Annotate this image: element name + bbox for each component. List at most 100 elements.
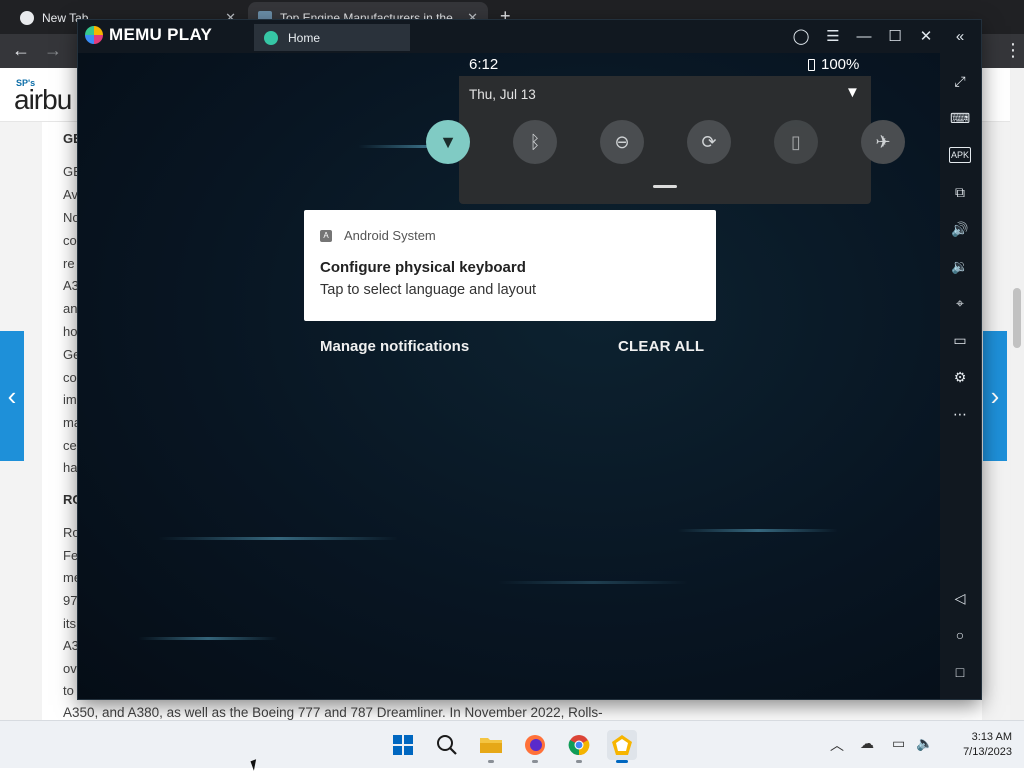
article-text-line: A350, and A380, as well as the Boeing 77… [63,705,603,720]
taskbar-clock[interactable]: 3:13 AM 7/13/2023 [944,730,1012,760]
network-icon[interactable]: ▭ [892,735,905,752]
taskbar-time: 3:13 AM [971,731,1012,743]
chrome-icon [20,11,34,25]
article-text: A3 [63,278,79,293]
bg-glow [138,637,278,640]
maximize-icon[interactable]: ☐ [884,25,906,47]
article-text: A3 [63,638,79,653]
battery-saver-toggle[interactable]: ▯ [774,120,818,164]
folder-icon[interactable]: ▭ [949,329,971,351]
search-icon [437,735,457,755]
volume-down-icon[interactable]: 🔉 [949,255,971,277]
back-arrow-icon[interactable]: ← [12,40,30,61]
hamburger-menu-icon[interactable]: ☰ [822,25,844,47]
notification-app-name: Android System [344,228,436,243]
do-not-disturb-icon: ⊖ [614,131,630,152]
rotate-icon: ⟳ [701,131,717,152]
status-battery: 100% [808,56,859,73]
article-text: Fe [63,548,79,563]
carousel-next-button[interactable]: › [983,331,1007,461]
show-hidden-icons-chevron-icon[interactable]: ︿ [830,735,844,755]
apk-icon[interactable]: APK [949,147,971,163]
chrome-button[interactable] [564,730,594,763]
recents-icon[interactable]: □ [949,661,971,683]
battery-level: 100% [821,56,860,73]
file-explorer-button[interactable] [476,730,506,763]
memu-logo-text: MEMU PLAY [109,25,213,44]
notification-card[interactable]: A Android System Configure physical keyb… [304,210,716,321]
firefox-button[interactable] [520,730,550,763]
bluetooth-toggle[interactable]: ᛒ [513,120,557,164]
scrollbar-thumb[interactable] [1013,288,1021,348]
clear-all-button[interactable]: CLEAR ALL [618,338,704,355]
notification-app-header: A Android System [320,228,436,243]
battery-saver-icon: ▯ [791,131,801,152]
taskbar-date: 7/13/2023 [963,746,1012,758]
start-button[interactable] [388,730,418,760]
multi-instance-icon[interactable]: ⧉ [949,181,971,203]
article-text: to [63,683,74,698]
page-scrollbar[interactable] [1010,68,1024,720]
memu-logo-icon [85,26,103,44]
memu-home-tab[interactable]: Home [254,24,410,51]
chrome-icon [568,735,590,756]
search-button[interactable] [432,730,462,760]
qs-drag-handle[interactable] [653,185,677,188]
bluetooth-icon: ᛒ [529,131,541,152]
forward-arrow-icon[interactable]: → [44,40,62,61]
chevron-left-icon: ‹ [7,380,17,411]
site-logo[interactable]: airbu [14,84,72,116]
article-text: co [63,370,77,385]
close-icon[interactable]: ✕ [915,25,937,47]
bg-glow [678,529,838,532]
article-text: re [63,256,75,271]
running-indicator [488,760,494,763]
minimize-icon[interactable]: — [853,25,875,47]
carousel-prev-button[interactable]: ‹ [0,331,24,461]
home-app-icon [264,30,278,45]
more-icon[interactable]: ⋯ [949,403,971,425]
running-indicator [576,760,582,763]
status-clock: 6:12 [469,56,499,73]
airplane-toggle[interactable]: ✈ [861,120,905,164]
collapse-sidebar-icon[interactable]: « [949,25,971,47]
dnd-toggle[interactable]: ⊖ [600,120,644,164]
article-text: ho [63,324,78,339]
article-text: Av [63,187,78,202]
article-text: ce [63,438,77,453]
chevron-right-icon: › [990,380,1000,411]
volume-up-icon[interactable]: 🔊 [949,218,971,240]
airplane-icon: ✈ [875,131,891,152]
memu-tab-label: Home [288,30,321,45]
bg-glow [158,537,398,540]
cloud-offline-icon[interactable]: ☁ [860,735,874,752]
wifi-icon: ▼ [439,131,457,152]
windows-taskbar: ︿ ☁ ▭ 🔈 3:13 AM 7/13/2023 [0,720,1024,768]
wifi-signal-icon: ▼ [845,84,860,101]
back-icon[interactable]: ◁ [949,587,971,609]
article-text: its [63,616,76,631]
manage-notifications-button[interactable]: Manage notifications [320,338,469,355]
windows-logo-icon [393,735,413,755]
fullscreen-icon[interactable]: ⤢ [949,70,971,92]
memu-logo: MEMU PLAY [85,25,212,45]
notification-body: Tap to select language and layout [320,282,537,298]
menu-kebab-icon[interactable]: ⋮ [1004,40,1022,61]
wifi-toggle[interactable]: ▼ [426,120,470,164]
memu-toolbar: ⤢ ⌨ APK ⧉ 🔊 🔉 ⌖ ▭ ⚙ ⋯ ◁ ○ □ [940,53,981,699]
active-indicator [616,760,628,763]
article-text: ha [63,460,78,475]
article-text: ov [63,661,77,676]
firefox-icon [525,735,545,755]
memu-icon [612,735,632,755]
account-icon[interactable]: ◯ [790,25,812,47]
qs-date: Thu, Jul 13 [469,87,536,102]
auto-rotate-toggle[interactable]: ⟳ [687,120,731,164]
volume-icon[interactable]: 🔈 [916,735,933,752]
memu-taskbar-button[interactable] [607,730,637,763]
home-icon[interactable]: ○ [949,624,971,646]
keyboard-icon[interactable]: ⌨ [949,107,971,129]
settings-icon[interactable]: ⚙ [949,366,971,388]
memu-window: MEMU PLAY Home ◯ ☰ — ☐ ✕ « 6:12 100% Thu… [78,20,981,699]
location-icon[interactable]: ⌖ [949,292,971,314]
